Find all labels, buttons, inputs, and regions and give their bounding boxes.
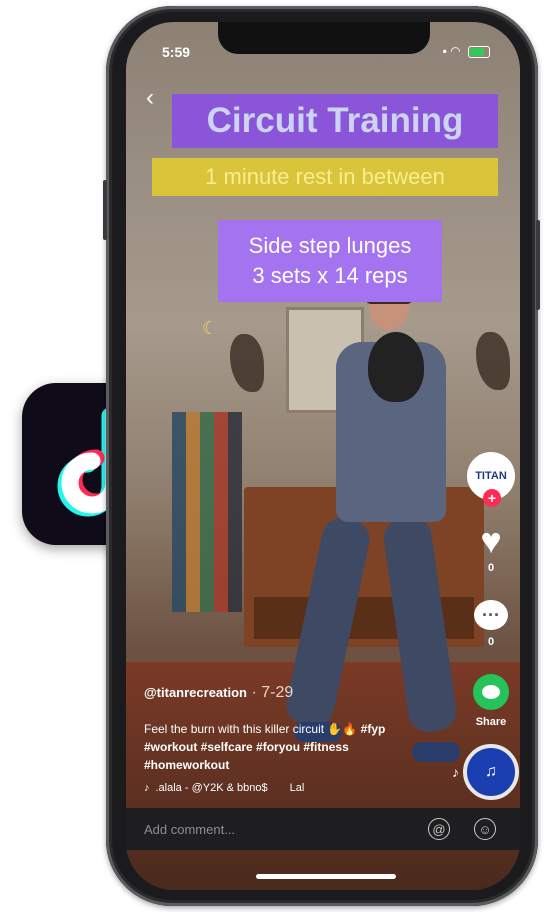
comment-input[interactable]: Add comment...	[144, 822, 428, 837]
like-count: 0	[487, 562, 495, 574]
music-scroll-text: Lal	[289, 782, 305, 794]
music-disc[interactable]: ♫	[463, 744, 519, 800]
comment-count: 0	[487, 636, 495, 648]
creator-avatar[interactable]: TITAN +	[467, 452, 515, 507]
share-icon	[473, 674, 509, 710]
comment-icon: ···	[474, 600, 508, 630]
home-indicator	[256, 874, 396, 879]
music-line[interactable]: ♪ .alala - @Y2K & bbno$ Lal	[144, 782, 444, 794]
heart-icon: ♥	[480, 520, 502, 561]
exercise-sets: 3 sets x 14 reps	[252, 263, 408, 288]
hashtag-homeworkout[interactable]: #homeworkout	[144, 758, 229, 772]
kettlebell	[368, 332, 424, 402]
overlay-title-box: Circuit Training	[172, 94, 498, 148]
overlay-subtitle: 1 minute rest in between	[205, 164, 445, 189]
share-button[interactable]: Share	[473, 674, 509, 728]
separator: ·	[251, 684, 262, 701]
back-icon[interactable]: ‹	[146, 84, 154, 112]
hashtags-line[interactable]: #workout #selfcare #foryou #fitness	[144, 740, 349, 754]
wifi-icon: ◠	[450, 44, 461, 58]
comment-bar: Add comment... @ ☺	[126, 808, 520, 850]
caption-text: Feel the burn with this killer circuit	[144, 722, 325, 736]
share-label: Share	[475, 716, 507, 728]
phone-screen: ☾ 5:59 ▪ ◠ ‹ Circuit Training 1 minute r…	[126, 22, 520, 890]
status-icons: ▪ ◠	[443, 44, 490, 58]
follow-button[interactable]: +	[483, 489, 501, 507]
hashtag-fyp[interactable]: #fyp	[361, 722, 386, 736]
exercise-box: Side step lunges 3 sets x 14 reps	[218, 220, 442, 302]
video-description: Feel the burn with this killer circuit ✋…	[144, 720, 444, 774]
emoji-icon[interactable]: ☺	[474, 818, 496, 840]
like-button[interactable]: ♥ 0	[473, 520, 509, 575]
exercise-name: Side step lunges	[248, 233, 412, 258]
notch	[218, 22, 430, 54]
fire-emoji: ✋🔥	[327, 722, 358, 736]
action-rail: TITAN + ♥ 0 ··· 0 Share ♫	[463, 452, 519, 800]
battery-icon	[468, 45, 490, 58]
volume-button	[103, 180, 107, 240]
overlay-title: Circuit Training	[206, 101, 464, 140]
signal-icon: ▪	[442, 44, 447, 58]
creator-username[interactable]: @titanrecreation	[144, 685, 247, 700]
avatar-text: TITAN	[475, 470, 507, 482]
floating-note-icon: ♪	[452, 764, 459, 780]
post-date: 7-29	[261, 684, 294, 701]
caption-area: @titanrecreation · 7-29 Feel the burn wi…	[144, 684, 444, 794]
tree-sticker	[476, 332, 510, 390]
clothes-rack	[172, 412, 242, 612]
mention-icon[interactable]: @	[428, 818, 450, 840]
moon-icon: ☾	[202, 318, 219, 338]
status-time: 5:59	[162, 44, 191, 60]
tree-sticker	[230, 334, 264, 392]
overlay-subtitle-box: 1 minute rest in between	[152, 158, 498, 196]
music-title: .alala - @Y2K & bbno$	[155, 782, 268, 794]
music-note-icon: ♪	[144, 782, 150, 794]
comment-button[interactable]: ··· 0	[474, 600, 508, 648]
side-button	[536, 220, 540, 310]
creator-line: @titanrecreation · 7-29	[144, 684, 444, 702]
